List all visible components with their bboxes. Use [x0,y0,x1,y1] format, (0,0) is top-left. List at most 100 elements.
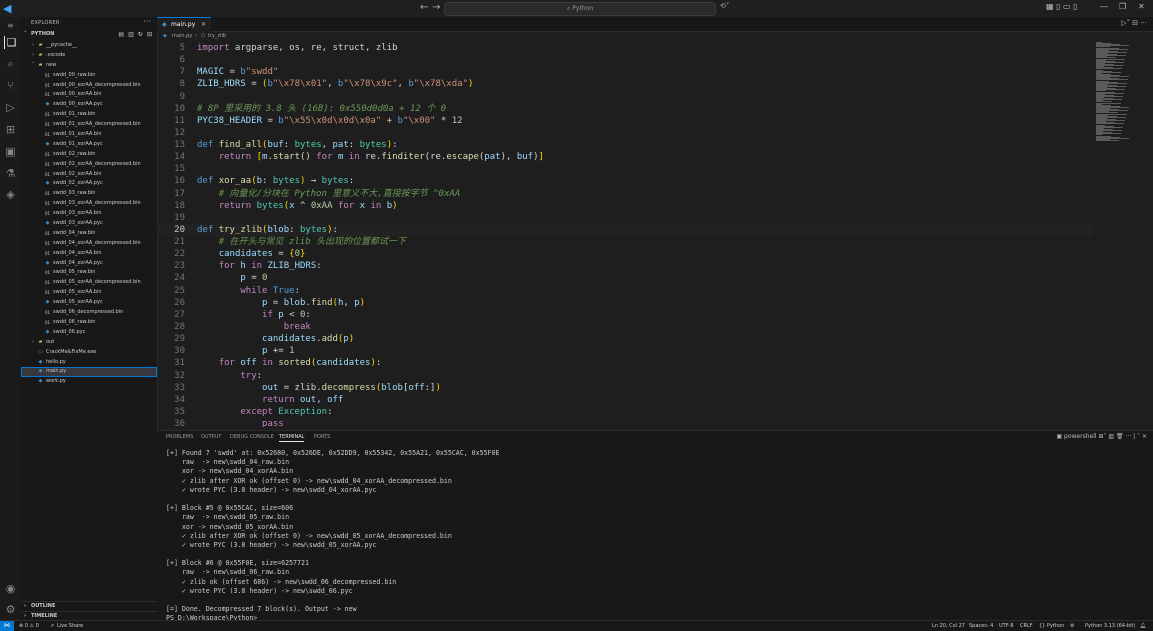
tree-file[interactable]: 01 swdd_01_xorAA.bin [21,130,157,140]
back-arrow-icon[interactable]: ← [420,2,428,13]
new-terminal-icon[interactable]: ⊞˅ ▥ 🗑 ··· | ˄ ✕ [1098,433,1147,440]
tree-file[interactable]: 01 swdd_04_raw.bin [21,229,157,239]
search-icon[interactable]: ⌕ [4,57,17,70]
close-window-icon[interactable]: ✕ [1138,2,1145,11]
code-line[interactable]: 14 return [m.start() for m in re.findite… [157,151,1093,163]
code-line[interactable]: 32 try: [157,370,1093,382]
remote-explorer-icon[interactable]: ▣ [4,145,17,158]
explorer-icon[interactable]: ❏ [4,36,18,49]
tree-file[interactable]: 01 swdd_05_raw.bin [21,268,157,278]
tree-folder[interactable]: › ▰ .vscode [21,51,157,61]
tree-file[interactable]: ◆ main.py [21,367,157,378]
tree-file[interactable]: 01 swdd_02_xorAA.bin [21,170,157,180]
tree-file[interactable]: 01 swdd_01_xorAA_decompressed.bin [21,120,157,130]
code-line[interactable]: 23 for h in ZLIB_HDRS: [157,260,1093,272]
tree-file[interactable]: 01 swdd_02_xorAA_decompressed.bin [21,160,157,170]
code-line[interactable]: 19 [157,212,1093,224]
tree-file[interactable]: 01 swdd_03_xorAA_decompressed.bin [21,199,157,209]
tree-file[interactable]: ◆ swdd_00_xorAA.pyc [21,100,157,110]
tree-file[interactable]: ▭ CrackMe&FixMe.exe [21,348,157,358]
tree-folder[interactable]: ˅ ▰ new [21,61,157,71]
tree-file[interactable]: 01 swdd_02_raw.bin [21,150,157,160]
tree-file[interactable]: 01 swdd_03_raw.bin [21,189,157,199]
code-line[interactable]: 30 p += 1 [157,345,1093,357]
outline-section[interactable]: › OUTLINE [21,601,157,611]
code-line[interactable]: 17 # 向量化/分块在 Python 里意义不大,直接按字节 ^0xAA [157,188,1093,200]
tree-folder[interactable]: › ▰ out [21,338,157,348]
tree-file[interactable]: 01 swdd_06_raw.bin [21,318,157,328]
code-line[interactable]: 36 pass [157,418,1093,427]
code-line[interactable]: 5 import argparse, os, re, struct, zlib [157,42,1093,54]
terminal-output[interactable]: [+] Found 7 'swdd' at: 0x52680, 0x526DE,… [166,449,1146,624]
minimize-icon[interactable]: — [1100,2,1108,11]
tree-file[interactable]: 01 swdd_05_xorAA_decompressed.bin [21,278,157,288]
menu-icon[interactable]: ≡ [4,19,17,32]
close-tab-icon[interactable]: ✕ [201,18,206,31]
tree-file[interactable]: ◆ swdd_03_xorAA.pyc [21,219,157,229]
maximize-icon[interactable]: ❐ [1119,2,1126,11]
code-line[interactable]: 33 out = zlib.decompress(blob[off:]) [157,382,1093,394]
tree-file[interactable]: ◆ swdd_06.pyc [21,328,157,338]
forward-arrow-icon[interactable]: → [432,2,440,13]
layout-toggle-icon[interactable]: ▦ ▯ ▭ ▯ [1046,2,1078,11]
tab-problems[interactable]: PROBLEMS [166,434,193,440]
account-icon[interactable]: ◉ [4,582,17,595]
source-control-icon[interactable]: ⑂ [4,79,17,92]
tab-terminal[interactable]: TERMINAL [279,434,305,442]
code-line[interactable]: 22 candidates = {0} [157,248,1093,260]
tree-folder[interactable]: › ▰ __pycache__ [21,41,157,51]
more-actions-icon[interactable]: ··· [143,17,151,26]
code-line[interactable]: 15 [157,163,1093,175]
code-line[interactable]: 24 p = 0 [157,272,1093,284]
command-center-search[interactable]: ⌕ Python [444,2,716,16]
folder-actions[interactable]: ▤ ▥ ↻ ⊟ [118,31,153,38]
minimap[interactable] [1093,42,1153,427]
tab-ports[interactable]: PORTS [314,434,330,440]
editor-actions[interactable]: ▷˅ ⊟ ··· [1121,19,1147,27]
code-line[interactable]: 34 return out, off [157,394,1093,406]
timeline-section[interactable]: › TIMELINE [21,611,157,620]
tree-file[interactable]: ◆ hello.py [21,358,157,368]
code-line[interactable]: 10 # 8P 里采用的 3.8 头 (16B): 0x550d0d0a + 12… [157,103,1093,115]
tree-file[interactable]: ◆ work.py [21,377,157,387]
code-line[interactable]: 25 while True: [157,285,1093,297]
code-line[interactable]: 20 def try_zlib(blob: bytes): [157,223,1093,236]
terminal-actions[interactable]: ▣ powershell ⊞˅ ▥ 🗑 ··· | ˄ ✕ [1056,433,1147,440]
tree-file[interactable]: 01 swdd_06_decompressed.bin [21,308,157,318]
code-line[interactable]: 12 [157,127,1093,139]
tree-file[interactable]: 01 swdd_00_raw.bin [21,71,157,81]
tree-file[interactable]: 01 swdd_00_xorAA_decompressed.bin [21,81,157,91]
code-line[interactable]: 6 [157,54,1093,66]
code-line[interactable]: 35 except Exception: [157,406,1093,418]
tree-file[interactable]: 01 swdd_00_xorAA.bin [21,90,157,100]
code-line[interactable]: 7 MAGIC = b"swdd" [157,66,1093,78]
tab-main-py[interactable]: ◆ main.py ✕ [157,17,211,32]
python-icon[interactable]: ◈ [4,188,17,201]
tree-file[interactable]: 01 swdd_01_raw.bin [21,110,157,120]
testing-icon[interactable]: ⚗ [4,167,17,180]
run-debug-icon[interactable]: ▷ [4,101,17,114]
tree-file[interactable]: 01 swdd_04_xorAA.bin [21,249,157,259]
code-line[interactable]: 9 [157,91,1093,103]
code-line[interactable]: 16 def xor_aa(b: bytes) → bytes: [157,175,1093,187]
extensions-icon[interactable]: ⊞ [4,123,17,136]
workspace-folder-header[interactable]: ˅ PYTHON ▤ ▥ ↻ ⊟ [21,31,157,40]
code-line[interactable]: 26 p = blob.find(h, p) [157,297,1093,309]
code-line[interactable]: 29 candidates.add(p) [157,333,1093,345]
settings-gear-icon[interactable]: ⚙ [4,603,17,616]
breadcrumb-file[interactable]: main.py [172,31,192,41]
tree-file[interactable]: ◆ swdd_01_xorAA.pyc [21,140,157,150]
code-line[interactable]: 31 for off in sorted(candidates): [157,357,1093,369]
copilot-icon[interactable]: ⟲˅ [720,2,729,10]
code-line[interactable]: 18 return bytes(x ^ 0xAA for x in b) [157,200,1093,212]
breadcrumb-symbol[interactable]: try_zlib [208,31,226,41]
code-line[interactable]: 13 def find_all(buf: bytes, pat: bytes): [157,139,1093,151]
tree-file[interactable]: ◆ swdd_05_xorAA.pyc [21,298,157,308]
code-line[interactable]: 28 break [157,321,1093,333]
code-line[interactable]: 8 ZLIB_HDRS = (b"\x78\x01", b"\x78\x9c", … [157,78,1093,90]
tree-file[interactable]: ◆ swdd_04_xorAA.pyc [21,259,157,269]
tree-file[interactable]: 01 swdd_04_xorAA_decompressed.bin [21,239,157,249]
tab-output[interactable]: OUTPUT [201,434,221,440]
tree-file[interactable]: 01 swdd_03_xorAA.bin [21,209,157,219]
code-line[interactable]: 27 if p < 0: [157,309,1093,321]
